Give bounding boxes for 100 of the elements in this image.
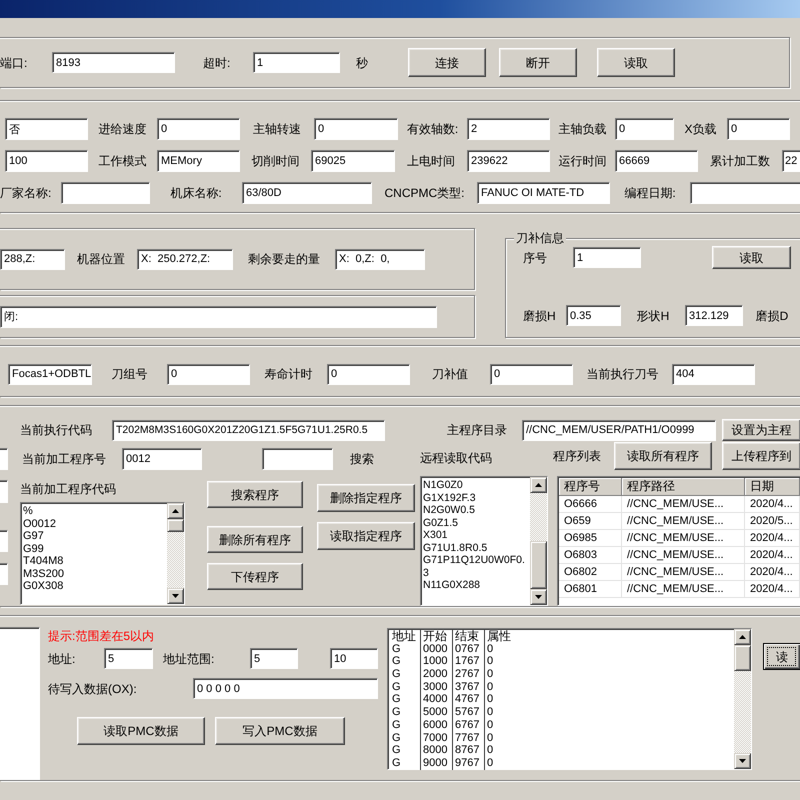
text-field[interactable]: 闭: (0, 306, 437, 328)
command-button[interactable]: 搜索程序 (207, 481, 303, 508)
text-field[interactable]: 100 (5, 150, 88, 172)
text-field[interactable]: 0 (327, 364, 410, 384)
text-field[interactable]: 1 (573, 247, 641, 268)
command-button[interactable]: 读取指定程序 (317, 522, 415, 550)
text-field[interactable]: 10 (330, 648, 378, 669)
text-field[interactable]: 否 (5, 118, 88, 140)
text-field[interactable]: 0 0 0 0 0 (193, 678, 378, 699)
field-label: 运行时间 (558, 153, 606, 169)
text-field[interactable]: 22 (782, 150, 800, 172)
command-button[interactable]: 上传程序到 (722, 442, 800, 470)
column-header[interactable]: 程序号 (559, 478, 622, 496)
text-field[interactable]: 404 (672, 364, 755, 384)
scroll-thumb[interactable] (530, 541, 547, 589)
column-header[interactable]: 日期 (745, 478, 800, 496)
text-field[interactable] (0, 530, 8, 552)
column-header[interactable]: 开始 (420, 630, 452, 643)
table-cell: 5000 (420, 706, 452, 719)
field-label: 主程序目录 (447, 422, 507, 438)
text-field[interactable]: T202M8M3S160G0X201Z20G1Z1.5F5G71U1.25R0.5 (112, 420, 385, 440)
scrollbar[interactable] (734, 629, 751, 769)
text-field[interactable]: 63/80D (242, 182, 372, 204)
text-field[interactable] (0, 480, 8, 503)
column-header[interactable]: 结束 (452, 630, 484, 643)
field-label: 主轴负载 (558, 121, 606, 137)
text-field[interactable]: 0 (167, 364, 250, 384)
code-listbox[interactable]: N1G0Z0 G1X192F.3 N2G0W0.5 G0Z1.5 X301 G71U1.8R0.5 G71P11Q12U0W0F0. 3 N11G0X288 (420, 476, 548, 606)
scroll-down-button[interactable] (734, 753, 751, 769)
text-field[interactable]: 8193 (52, 52, 175, 73)
scrollbar[interactable] (530, 477, 547, 605)
text-field[interactable]: 0 (490, 364, 573, 384)
command-button[interactable]: 读取所有程序 (614, 442, 712, 470)
text-field[interactable]: 0 (615, 118, 674, 140)
text-field[interactable]: MEMory (157, 150, 240, 172)
field-label: 编程日期: (624, 185, 676, 201)
text-field[interactable]: 0 (314, 118, 398, 140)
command-button[interactable]: 读取PMC数据 (77, 717, 205, 745)
text-field[interactable]: 2 (467, 118, 550, 140)
command-button[interactable]: 设置为主程 (722, 419, 800, 441)
field-label: 远程读取代码 (420, 450, 492, 467)
text-field[interactable]: Focas1+ODBTL (8, 364, 92, 384)
text-field[interactable]: 288,Z: (0, 248, 65, 270)
scroll-thumb[interactable] (734, 645, 751, 671)
field-label: 当前加工程序号 (22, 451, 106, 467)
text-field[interactable]: //CNC_MEM/USER/PATH1/O0999 (522, 420, 716, 440)
column-header[interactable]: 地址 (390, 630, 420, 643)
scroll-up-button[interactable] (167, 503, 184, 519)
scroll-thumb[interactable] (167, 519, 184, 532)
text-field[interactable]: X: 0,Z: 0, (335, 248, 425, 270)
text-field[interactable]: 0.35 (566, 305, 621, 326)
scroll-down-button[interactable] (530, 589, 547, 605)
command-button[interactable]: 读 (763, 643, 800, 670)
code-line: G71U1.8R0.5 (423, 542, 488, 554)
field-label: 刀组号 (112, 366, 148, 382)
text-field[interactable]: 239622 (467, 150, 550, 172)
code-line: M3S200 (23, 568, 65, 580)
address-list[interactable]: 地址 开始 结束 属性 G 0000 0767 0 G 1000 1767 0 G 2000 2767 0 G 3000 3767 0 G 4000 4767 0 G 5000 5767 0 G 6000 6767 0 G 7000 7767 0 G 8000 8767 0 G 9000 9767 0 (387, 628, 752, 770)
command-button[interactable]: 读取 (597, 48, 675, 77)
command-button[interactable]: 删除所有程序 (207, 526, 303, 553)
text-field[interactable]: FANUC OI MATE-TD (477, 182, 610, 204)
text-field[interactable]: 66669 (615, 150, 698, 172)
up-triangle-icon (535, 483, 542, 487)
text-field[interactable]: X: 250.272,Z: (137, 248, 233, 270)
table-cell: 2020/4... (745, 547, 800, 564)
field-label: 主轴转速 (253, 121, 301, 137)
text-field[interactable] (690, 182, 800, 204)
text-field[interactable]: 5 (250, 648, 298, 669)
text-field[interactable] (0, 448, 8, 470)
scroll-down-button[interactable] (167, 588, 184, 604)
text-field[interactable]: 69025 (311, 150, 395, 172)
text-field[interactable]: 0 (727, 118, 790, 140)
scroll-up-button[interactable] (530, 477, 547, 493)
text-field[interactable]: 0 (157, 118, 240, 140)
command-button[interactable]: 下传程序 (207, 563, 303, 590)
command-button[interactable]: 删除指定程序 (317, 484, 415, 512)
table-cell: O6801 (559, 581, 622, 598)
command-button[interactable]: 连接 (408, 48, 486, 77)
table-cell: 2020/4... (745, 564, 800, 581)
field-label: 累计加工数 (710, 153, 770, 169)
command-button[interactable]: 写入PMC数据 (215, 717, 345, 745)
scroll-up-button[interactable] (734, 629, 751, 645)
command-button[interactable]: 断开 (499, 48, 577, 77)
text-field[interactable] (262, 448, 333, 470)
text-field[interactable]: 1 (253, 52, 340, 73)
text-field[interactable]: 312.129 (685, 305, 743, 326)
text-field[interactable] (61, 182, 150, 204)
field-label: 有效轴数: (406, 121, 458, 137)
column-header[interactable]: 程序路径 (622, 478, 745, 496)
group-title: 刀补信息 (514, 230, 566, 246)
text-field[interactable] (0, 563, 8, 585)
table-cell-text: G (391, 756, 402, 770)
scrollbar[interactable] (167, 503, 184, 604)
command-button[interactable]: 读取 (712, 246, 791, 269)
text-field[interactable]: 0012 (122, 448, 202, 470)
field-label: 序号 (523, 250, 547, 266)
code-listbox[interactable]: % O0012 G97 G99 T404M8 M3S200 G0X308 (20, 502, 185, 605)
field-label: 工作模式 (98, 153, 146, 169)
program-list[interactable] (557, 476, 800, 606)
text-field[interactable]: 5 (104, 648, 153, 669)
